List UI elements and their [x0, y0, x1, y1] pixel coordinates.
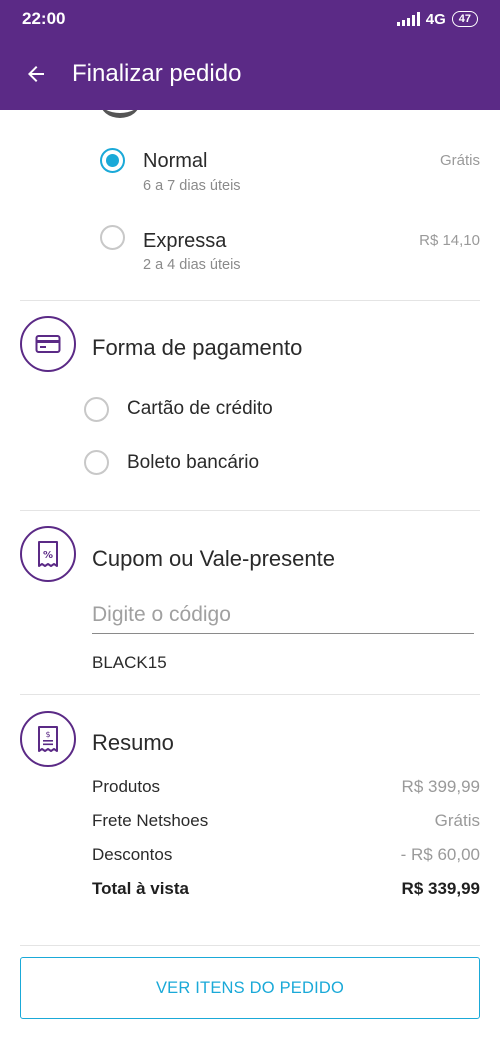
summary-value: - R$ 60,00	[400, 845, 480, 864]
coupon-icon: %	[20, 526, 76, 582]
summary-label: Frete Netshoes	[92, 811, 209, 830]
svg-text:%: %	[43, 550, 53, 561]
status-bar: 22:00 4G 47	[0, 0, 500, 38]
product-thumbnail	[100, 110, 140, 118]
battery-level: 47	[458, 12, 471, 25]
shipping-option-price: Grátis	[439, 152, 480, 169]
summary-row-total: Total à vista R$ 339,99	[92, 879, 480, 903]
arrow-left-icon	[28, 66, 44, 82]
divider	[20, 694, 480, 695]
status-time: 22:00	[22, 9, 66, 28]
credit-card-icon	[20, 316, 76, 372]
shipping-radio-normal[interactable]	[100, 148, 125, 173]
divider	[20, 945, 480, 946]
divider	[20, 300, 480, 301]
battery-icon: 47	[451, 11, 478, 27]
payment-option-label: Boleto bancário	[127, 452, 260, 473]
payment-option-label: Cartão de crédito	[127, 398, 273, 419]
page-title: Finalizar pedido	[72, 60, 242, 87]
checkout-content[interactable]: Normal 6 a 7 dias úteis Grátis Expressa …	[0, 110, 500, 1056]
payment-option-boleto[interactable]: Boleto bancário	[0, 445, 500, 485]
app-bar: Finalizar pedido	[0, 38, 500, 110]
shipping-option-normal[interactable]: Normal 6 a 7 dias úteis Grátis	[0, 140, 500, 200]
summary-row-produtos: Produtos R$ 399,99	[92, 777, 480, 801]
summary-value: R$ 399,99	[401, 777, 480, 796]
summary-label: Descontos	[92, 845, 173, 864]
summary-total-value: R$ 339,99	[401, 879, 480, 898]
payment-radio-credit-card[interactable]	[84, 397, 109, 422]
status-indicators: 4G 47	[396, 10, 478, 28]
summary-section-title: Resumo	[92, 730, 174, 755]
signal-icon	[396, 12, 420, 26]
svg-text:$: $	[45, 730, 50, 739]
summary-row-frete: Frete Netshoes Grátis	[92, 811, 480, 835]
payment-option-credit-card[interactable]: Cartão de crédito	[0, 391, 500, 431]
summary-value: Grátis	[434, 811, 480, 830]
payment-section-title: Forma de pagamento	[92, 335, 303, 360]
view-order-items-button[interactable]: VER ITENS DO PEDIDO	[20, 957, 480, 1019]
summary-total-label: Total à vista	[92, 879, 189, 898]
summary-label: Produtos	[92, 777, 161, 796]
shipping-option-expressa[interactable]: Expressa 2 a 4 dias úteis R$ 14,10	[0, 220, 500, 280]
network-type: 4G	[425, 10, 446, 28]
payment-radio-boleto[interactable]	[84, 450, 109, 475]
receipt-icon: $	[20, 711, 76, 767]
shipping-option-price: R$ 14,10	[419, 232, 480, 249]
divider	[20, 510, 480, 511]
shipping-option-eta: 2 a 4 dias úteis	[143, 257, 241, 273]
shipping-option-name: Expressa	[143, 230, 227, 252]
shipping-option-eta: 6 a 7 dias úteis	[143, 178, 241, 194]
shipping-option-name: Normal	[143, 150, 208, 172]
shipping-radio-expressa[interactable]	[100, 225, 125, 250]
summary-row-descontos: Descontos - R$ 60,00	[92, 845, 480, 869]
applied-coupon-code: BLACK15	[92, 653, 167, 672]
coupon-code-input[interactable]	[92, 596, 474, 634]
back-button[interactable]	[0, 38, 72, 110]
coupon-section-title: Cupom ou Vale-presente	[92, 546, 335, 571]
